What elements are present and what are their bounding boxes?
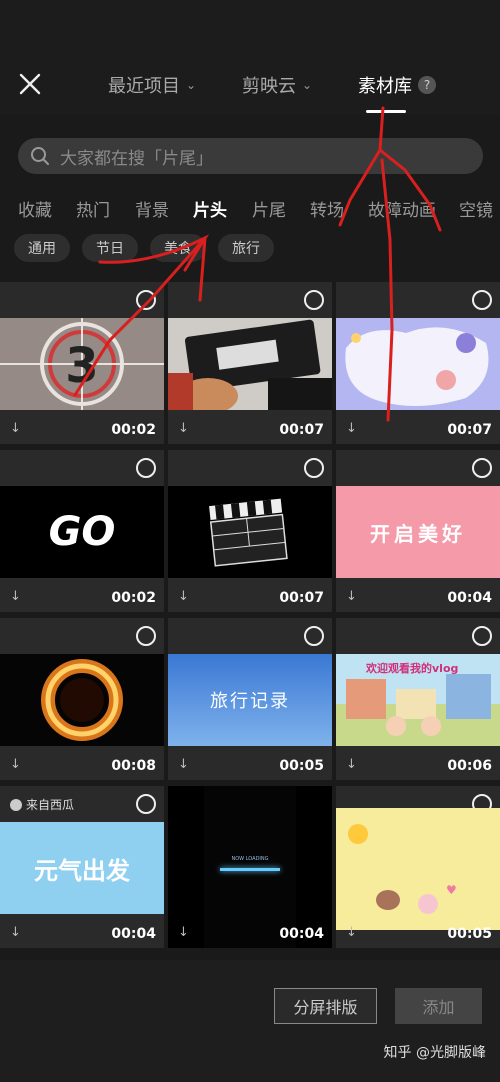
select-radio[interactable] [136, 794, 156, 814]
category-scenery[interactable]: 空镜 [459, 196, 493, 221]
svg-text:3: 3 [65, 338, 98, 394]
template-card[interactable]: 欢迎观看我的vlog ↓ 00:06 [336, 618, 500, 780]
svg-text:♥: ♥ [446, 883, 457, 897]
template-card[interactable]: ↓ 00:08 [0, 618, 164, 780]
thumbnail-yuanqi: 元气出发 [0, 822, 164, 914]
duration-label: 00:05 [447, 926, 492, 942]
add-button[interactable]: 添加 [395, 988, 482, 1024]
active-tab-indicator [366, 110, 406, 113]
download-icon[interactable]: ↓ [178, 757, 189, 772]
search-placeholder: 大家都在搜「片尾」 [60, 148, 213, 169]
select-radio[interactable] [472, 458, 492, 478]
duration-label: 00:05 [279, 758, 324, 774]
download-icon[interactable]: ↓ [10, 421, 21, 436]
duration-label: 00:07 [279, 590, 324, 606]
chip-food[interactable]: 美食 [150, 234, 206, 262]
tab-cloud[interactable]: 剪映云 ⌄ [242, 72, 312, 98]
duration-label: 00:02 [111, 590, 156, 606]
template-card[interactable]: ↓ 00:07 [168, 282, 332, 444]
duration-label: 00:07 [447, 422, 492, 438]
template-card[interactable]: 开启美好 ↓ 00:04 [336, 450, 500, 612]
play-icon [10, 798, 22, 811]
chip-festival[interactable]: 节日 [82, 234, 138, 262]
template-card[interactable]: ↓ 00:07 [336, 282, 500, 444]
thumbnail-text: 开启美好 [370, 521, 466, 546]
thumbnail-blobs [336, 318, 500, 410]
tab-library[interactable]: 素材库 ? [358, 72, 436, 98]
category-tabs: 收藏 热门 背景 片头 片尾 转场 故障动画 空镜 [0, 196, 500, 221]
thumbnail-clapperboard [168, 486, 332, 578]
category-favorites[interactable]: 收藏 [18, 196, 52, 221]
source-badge: 来自西瓜 [10, 796, 74, 813]
select-radio[interactable] [304, 290, 324, 310]
chevron-down-icon: ⌄ [302, 78, 313, 92]
template-card[interactable]: ↓ 00:07 [168, 450, 332, 612]
thumbnail-countdown: 3 [0, 318, 164, 410]
thumbnail-vlog-cartoon: 欢迎观看我的vlog [336, 654, 500, 746]
category-hot[interactable]: 热门 [76, 196, 110, 221]
thumbnail-text: GO [48, 509, 116, 555]
select-radio[interactable] [136, 458, 156, 478]
category-glitch[interactable]: 故障动画 [368, 196, 436, 221]
tab-recent-projects[interactable]: 最近项目 ⌄ [108, 72, 196, 98]
close-icon[interactable] [18, 72, 42, 96]
thumbnail-go: GO [0, 486, 164, 578]
thumbnail-text: 元气出发 [34, 856, 130, 885]
help-icon[interactable]: ? [418, 76, 436, 94]
template-card[interactable]: 来自西瓜 元气出发 ↓ 00:04 [0, 786, 164, 948]
download-icon[interactable]: ↓ [346, 589, 357, 604]
select-radio[interactable] [472, 290, 492, 310]
download-icon[interactable]: ↓ [346, 421, 357, 436]
thumbnail-loading: NOW LOADING [168, 786, 332, 948]
select-radio[interactable] [136, 626, 156, 646]
thumbnail-fire-ring [0, 654, 164, 746]
category-transition[interactable]: 转场 [310, 196, 344, 221]
category-outro[interactable]: 片尾 [252, 196, 286, 221]
category-background[interactable]: 背景 [135, 196, 169, 221]
download-icon[interactable]: ↓ [178, 421, 189, 436]
duration-label: 00:08 [111, 758, 156, 774]
chip-travel[interactable]: 旅行 [218, 234, 274, 262]
download-icon[interactable]: ↓ [178, 925, 189, 940]
search-input[interactable]: 大家都在搜「片尾」 [18, 138, 483, 174]
thumbnail-sky: 旅行记录 [168, 654, 332, 746]
template-card[interactable]: ♥ ↓ 00:05 [336, 786, 500, 948]
duration-label: 00:02 [111, 422, 156, 438]
select-radio[interactable] [136, 290, 156, 310]
thumbnail-text: NOW LOADING [231, 856, 269, 862]
template-card[interactable]: GO ↓ 00:02 [0, 450, 164, 612]
thumbnail-text: 旅行记录 [210, 691, 290, 712]
thumbnail-pink: 开启美好 [336, 486, 500, 578]
split-screen-button[interactable]: 分屏排版 [274, 988, 377, 1024]
category-intro[interactable]: 片头 [193, 196, 227, 221]
duration-label: 00:04 [279, 926, 324, 942]
watermark: 知乎 @光脚版峰 [383, 1045, 486, 1061]
download-icon[interactable]: ↓ [178, 589, 189, 604]
duration-label: 00:06 [447, 758, 492, 774]
select-radio[interactable] [304, 626, 324, 646]
thumbnail-vhs [168, 318, 332, 410]
duration-label: 00:07 [279, 422, 324, 438]
search-icon [31, 147, 49, 165]
template-card[interactable]: NOW LOADING ↓ 00:04 [168, 786, 332, 948]
chip-general[interactable]: 通用 [14, 234, 70, 262]
download-icon[interactable]: ↓ [10, 589, 21, 604]
download-icon[interactable]: ↓ [346, 757, 357, 772]
duration-label: 00:04 [111, 926, 156, 942]
download-icon[interactable]: ↓ [346, 925, 357, 940]
top-bar: 最近项目 ⌄ 剪映云 ⌄ 素材库 ? [0, 0, 500, 115]
thumbnail-yellow: ♥ [336, 808, 500, 930]
thumbnail-text: 欢迎观看我的vlog [366, 662, 459, 675]
duration-label: 00:04 [447, 590, 492, 606]
template-card[interactable]: 3 ↓ 00:02 [0, 282, 164, 444]
template-card[interactable]: 旅行记录 ↓ 00:05 [168, 618, 332, 780]
bottom-bar: 分屏排版 添加 知乎 @光脚版峰 [0, 960, 500, 1082]
select-radio[interactable] [472, 626, 492, 646]
filter-chips: 通用 节日 美食 旅行 [14, 234, 274, 262]
select-radio[interactable] [304, 458, 324, 478]
download-icon[interactable]: ↓ [10, 925, 21, 940]
download-icon[interactable]: ↓ [10, 757, 21, 772]
chevron-down-icon: ⌄ [186, 78, 197, 92]
